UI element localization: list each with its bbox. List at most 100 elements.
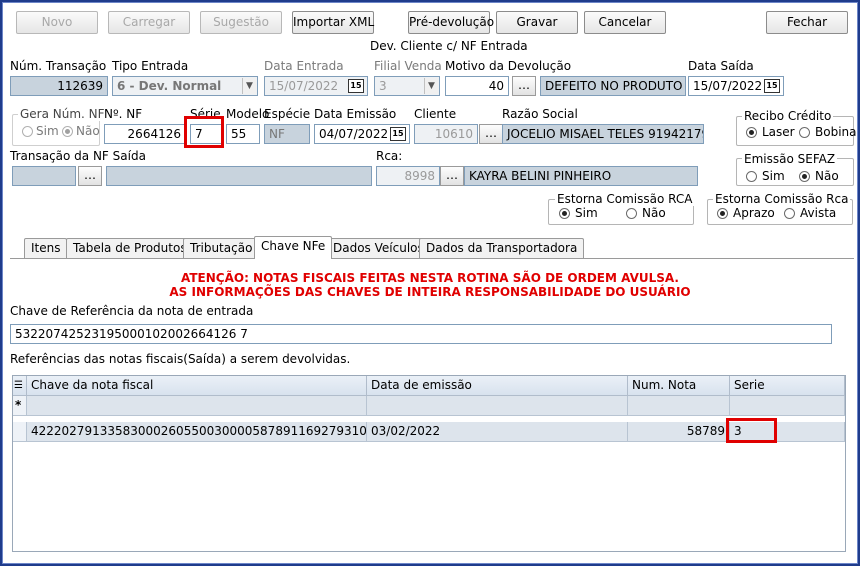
gera-num-nf-nao-label: Não — [76, 124, 100, 138]
chave-referencia-field[interactable]: 53220742523195000102002664126 7 — [10, 324, 832, 344]
tab-chave-nfe[interactable]: Chave NFe — [254, 236, 333, 259]
tab-divider — [10, 258, 854, 259]
carregar-button[interactable]: Carregar — [108, 11, 190, 34]
estorna-rca2-label: Estorna Comissão Rca — [713, 192, 851, 206]
col-header-num-nota[interactable]: Num. Nota — [628, 376, 730, 396]
recibo-bobina-label: Bobina — [815, 125, 857, 139]
col-header-serie[interactable]: Serie — [730, 376, 845, 396]
transacao-nf-saida-label: Transação da NF Saída — [10, 149, 146, 163]
pre-devolucao-button[interactable]: Pré-devolução — [408, 11, 494, 34]
calendar-icon[interactable]: 15 — [348, 79, 364, 93]
num-nf-label: Nº. NF — [104, 107, 143, 121]
cliente-field[interactable]: 10610 — [414, 124, 478, 144]
gera-num-nf-sim-label: Sim — [36, 124, 59, 138]
especie-label: Espécie — [264, 107, 311, 121]
chave-referencia-label: Chave de Referência da nota de entrada — [10, 304, 254, 318]
filial-venda-label: Filial Venda — [374, 59, 442, 73]
form-title: Dev. Cliente c/ NF Entrada — [370, 39, 528, 53]
estorna-aprazo-label: Aprazo — [733, 206, 775, 220]
recibo-laser-label: Laser — [762, 125, 795, 139]
col-header-chave[interactable]: Chave da nota fiscal — [27, 376, 367, 396]
recibo-laser-radio[interactable] — [746, 127, 757, 138]
estorna-rca-label: Estorna Comissão RCA — [555, 192, 695, 206]
asterisk-icon: * — [13, 396, 27, 416]
sugestao-button[interactable]: Sugestão — [200, 11, 282, 34]
motivo-search-button[interactable]: … — [512, 76, 536, 96]
cliente-search-button[interactable]: … — [479, 124, 503, 144]
estorna-rca-nao-label: Não — [642, 206, 666, 220]
motivo-desc-field: DEFEITO NO PRODUTO — [540, 76, 686, 96]
tab-dados-veiculos[interactable]: Dados Veículos — [326, 238, 431, 258]
modelo-field[interactable]: 55 — [226, 124, 260, 144]
tab-itens[interactable]: Itens — [24, 238, 68, 258]
emissao-sefaz-sim-label: Sim — [762, 169, 785, 183]
calendar-icon[interactable]: 15 — [764, 79, 780, 93]
modelo-label: Modelo — [226, 107, 270, 121]
estorna-aprazo-radio[interactable] — [717, 208, 728, 219]
window-frame: Novo Carregar Sugestão Importar XML Pré-… — [0, 0, 860, 566]
new-row-chave-cell[interactable] — [27, 396, 367, 416]
tipo-entrada-value: 6 - Dev. Normal — [117, 79, 222, 93]
row-chave-cell[interactable]: 4222027913358300026055003000058789116927… — [27, 422, 367, 442]
row-num-nota-cell[interactable]: 58789 — [628, 422, 730, 442]
importar-xml-button[interactable]: Importar XML — [292, 11, 374, 34]
num-transacao-field: 112639 — [10, 76, 108, 96]
row-data-cell[interactable]: 03/02/2022 — [367, 422, 628, 442]
new-row-serie-cell[interactable] — [730, 396, 845, 416]
estorna-avista-radio[interactable] — [784, 208, 795, 219]
novo-button[interactable]: Novo — [16, 11, 98, 34]
chevron-down-icon[interactable]: ▼ — [424, 78, 438, 94]
tipo-entrada-label: Tipo Entrada — [112, 59, 189, 73]
calendar-icon[interactable]: 15 — [390, 127, 406, 141]
estorna-rca-sim-label: Sim — [575, 206, 598, 220]
emissao-sefaz-nao-radio[interactable] — [799, 171, 810, 182]
razao-social-label: Razão Social — [502, 107, 578, 121]
num-nf-field[interactable]: 2664126 — [104, 124, 186, 144]
tipo-entrada-select[interactable]: 6 - Dev. Normal — [112, 76, 258, 96]
col-header-data-emissao[interactable]: Data de emissão — [367, 376, 628, 396]
emissao-sefaz-sim-radio[interactable] — [746, 171, 757, 182]
referencias-label: Referências das notas fiscais(Saída) a s… — [10, 352, 351, 366]
gravar-button[interactable]: Gravar — [496, 11, 578, 34]
estorna-rca-nao-radio[interactable] — [626, 208, 637, 219]
rca-field[interactable]: 8998 — [376, 166, 440, 186]
estorna-avista-label: Avista — [800, 206, 837, 220]
fechar-button[interactable]: Fechar — [766, 11, 848, 34]
transacao-desc-field — [106, 166, 372, 186]
motivo-code-field[interactable]: 40 — [445, 76, 509, 96]
motivo-devolucao-label: Motivo da Devolução — [445, 59, 572, 73]
data-emissao-label: Data Emissão — [314, 107, 397, 121]
tab-dados-transportadora[interactable]: Dados da Transportadora — [419, 238, 585, 258]
cancelar-button[interactable]: Cancelar — [584, 11, 666, 34]
warning-line-1: ATENÇÃO: NOTAS FISCAIS FEITAS NESTA ROTI… — [181, 271, 679, 285]
row-serie-highlight-box — [726, 418, 777, 443]
transacao-nf-saida-field — [12, 166, 76, 186]
warning-line-2: AS INFORMAÇÕES DAS CHAVES DE INTEIRA RES… — [169, 285, 691, 299]
gera-num-nf-sim-radio[interactable] — [22, 126, 33, 137]
new-row-num-nota-cell[interactable] — [628, 396, 730, 416]
emissao-sefaz-label: Emissão SEFAZ — [742, 152, 838, 166]
cliente-label: Cliente — [414, 107, 457, 121]
serie-highlight-box — [184, 116, 224, 148]
rca-label: Rca: — [376, 149, 403, 163]
rca-nome-field: KAYRA BELINI PINHEIRO — [464, 166, 698, 186]
num-transacao-label: Núm. Transação — [10, 59, 107, 73]
chevron-down-icon[interactable]: ▼ — [242, 78, 256, 94]
data-saida-label: Data Saída — [688, 59, 754, 73]
tab-tabela-produtos[interactable]: Tabela de Produtos — [66, 238, 194, 258]
estorna-rca-sim-radio[interactable] — [559, 208, 570, 219]
recibo-credito-label: Recibo Crédito — [742, 109, 834, 123]
especie-field: NF — [264, 124, 310, 144]
data-entrada-label: Data Entrada — [264, 59, 344, 73]
grid-menu-icon[interactable]: ☰ — [13, 376, 27, 396]
transacao-search-button[interactable]: … — [78, 166, 102, 186]
recibo-bobina-radio[interactable] — [799, 127, 810, 138]
razao-social-field: JOCELIO MISAEL TELES 91942179120 — [502, 124, 704, 144]
row-indicator[interactable] — [13, 422, 27, 442]
gera-num-nf-nao-radio[interactable] — [62, 126, 73, 137]
tab-tributacao[interactable]: Tributação — [183, 238, 260, 258]
new-row-data-cell[interactable] — [367, 396, 628, 416]
emissao-sefaz-nao-label: Não — [815, 169, 839, 183]
rca-search-button[interactable]: … — [440, 166, 464, 186]
gera-num-nf-label: Gera Núm. NF — [18, 107, 107, 121]
